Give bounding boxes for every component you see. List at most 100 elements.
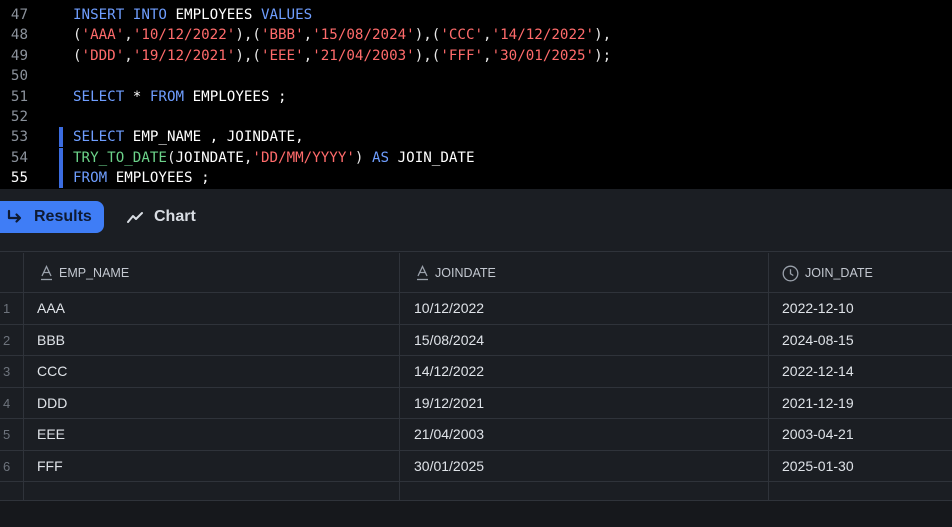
column-header-joindate[interactable]: JOINDATE xyxy=(416,253,496,293)
table-cell[interactable]: 30/01/2025 xyxy=(414,451,484,482)
code-token: '14/12/2022' xyxy=(491,27,595,44)
table-cell[interactable]: BBB xyxy=(37,325,65,356)
table-row[interactable]: 5 EEE 21/04/2003 2003-04-21 xyxy=(0,419,952,451)
code-token: '21/04/2003' xyxy=(312,47,415,64)
code-token: 'AAA' xyxy=(81,27,125,44)
line-number: 54 xyxy=(10,149,28,166)
grid-footer xyxy=(0,500,952,527)
sql-editor[interactable]: 47 INSERT INTO EMPLOYEES VALUES 48 ('AAA','… xyxy=(0,0,952,189)
table-cell[interactable]: 2024-08-15 xyxy=(782,325,854,356)
code-token: , xyxy=(303,47,313,64)
code-token: ),( xyxy=(414,47,441,64)
code-token: 'CCC' xyxy=(440,27,484,44)
code-token: AS xyxy=(372,149,398,166)
table-cell[interactable]: EEE xyxy=(37,419,65,450)
row-number: 2 xyxy=(3,332,11,348)
code-token: '10/12/2022' xyxy=(132,27,236,44)
column-header-label: JOINDATE xyxy=(435,266,496,280)
code-line[interactable]: 50 xyxy=(0,66,952,86)
table-cell[interactable]: 21/04/2003 xyxy=(414,419,484,450)
column-header-join-date[interactable]: JOIN_DATE xyxy=(782,253,873,293)
code-token: , xyxy=(303,27,313,44)
table-row[interactable]: 2 BBB 15/08/2024 2024-08-15 xyxy=(0,325,952,356)
code-text: FROM EMPLOYEES ; xyxy=(73,168,210,188)
code-token: FROM xyxy=(149,88,193,105)
code-token: ), xyxy=(594,27,612,44)
code-token: '15/08/2024' xyxy=(312,27,415,44)
column-header-emp-name[interactable]: EMP_NAME xyxy=(40,253,129,293)
code-text: TRY_TO_DATE(JOINDATE,'DD/MM/YYYY') AS JO… xyxy=(73,148,475,168)
code-token: '30/01/2025' xyxy=(491,47,595,64)
table-cell[interactable]: 2022-12-14 xyxy=(782,356,854,387)
table-cell[interactable]: DDD xyxy=(37,388,67,419)
code-token: EMPLOYEES ; xyxy=(192,88,287,105)
table-cell[interactable]: 14/12/2022 xyxy=(414,356,484,387)
results-grid: EMP_NAME JOINDATE JOIN_DATE 1 AAA 10/12/20… xyxy=(0,253,952,500)
code-token: * xyxy=(132,88,150,105)
tab-results[interactable]: Results xyxy=(0,201,104,233)
table-cell[interactable]: FFF xyxy=(37,451,63,482)
table-cell[interactable]: 10/12/2022 xyxy=(414,293,484,324)
code-line[interactable]: 52 xyxy=(0,107,952,127)
code-token: ( xyxy=(73,27,82,44)
line-number: 47 xyxy=(10,7,28,23)
line-number: 50 xyxy=(10,68,28,85)
table-row[interactable]: 1 AAA 10/12/2022 2022-12-10 xyxy=(0,293,952,325)
code-line[interactable]: 49 ('DDD','19/12/2021'),('EEE','21/04/200… xyxy=(0,46,952,66)
code-token: 'EEE' xyxy=(260,47,304,64)
code-token: , xyxy=(124,47,133,64)
row-number: 4 xyxy=(3,395,11,411)
table-cell[interactable]: AAA xyxy=(37,293,65,324)
code-line[interactable]: 53 SELECT EMP_NAME , JOINDATE, xyxy=(0,127,952,148)
code-text: SELECT EMP_NAME , JOINDATE, xyxy=(73,127,304,147)
table-cell[interactable]: 19/12/2021 xyxy=(414,388,484,419)
code-token: '19/12/2021' xyxy=(132,47,236,64)
table-cell[interactable]: 2025-01-30 xyxy=(782,451,854,482)
trend-line-icon xyxy=(126,208,144,226)
line-number: 53 xyxy=(10,129,28,146)
column-header-label: JOIN_DATE xyxy=(805,266,873,280)
code-line[interactable]: 48 ('AAA','10/12/2022'),('BBB','15/08/202… xyxy=(0,25,952,45)
code-token: JOIN_DATE xyxy=(397,149,475,166)
table-cell[interactable]: 2003-04-21 xyxy=(782,419,854,450)
table-cell[interactable]: CCC xyxy=(37,356,67,387)
code-token: , xyxy=(124,27,133,44)
code-line[interactable]: 54 TRY_TO_DATE(JOINDATE,'DD/MM/YYYY') AS … xyxy=(0,147,952,168)
selection-marker xyxy=(59,168,63,189)
tab-results-label: Results xyxy=(34,208,92,225)
table-cell[interactable]: 2021-12-19 xyxy=(782,388,854,419)
clock-type-icon xyxy=(782,265,799,281)
code-token: , xyxy=(483,47,492,64)
line-number: 48 xyxy=(10,27,28,44)
code-token: EMPLOYEES ; xyxy=(115,170,210,187)
code-token: SELECT xyxy=(73,88,133,105)
code-token: FROM xyxy=(73,170,116,187)
code-line[interactable]: 47 INSERT INTO EMPLOYEES VALUES xyxy=(0,5,952,25)
text-type-icon xyxy=(417,265,428,281)
table-cell[interactable]: 15/08/2024 xyxy=(414,325,484,356)
table-row[interactable]: 4 DDD 19/12/2021 2021-12-19 xyxy=(0,388,952,419)
code-token: INSERT xyxy=(73,7,133,23)
code-line[interactable]: 55 FROM EMPLOYEES ; xyxy=(0,168,952,189)
code-token: EMPLOYEES xyxy=(175,7,261,23)
tab-chart[interactable]: Chart xyxy=(126,201,196,233)
code-token: ),( xyxy=(414,27,441,44)
tab-chart-label: Chart xyxy=(154,208,196,225)
code-token: TRY_TO_DATE xyxy=(73,149,167,166)
code-token: ); xyxy=(594,47,612,64)
code-token: ( xyxy=(166,149,176,166)
code-token: INTO xyxy=(132,7,176,23)
code-token: 'BBB' xyxy=(260,27,304,44)
grid-header: EMP_NAME JOINDATE JOIN_DATE xyxy=(0,253,952,293)
table-row[interactable]: 6 FFF 30/01/2025 2025-01-30 xyxy=(0,451,952,482)
code-token: 'DDD' xyxy=(81,47,125,64)
row-number: 6 xyxy=(3,458,11,474)
code-token: ) xyxy=(354,149,372,166)
table-row[interactable]: 3 CCC 14/12/2022 2022-12-14 xyxy=(0,356,952,388)
code-line[interactable]: 51 SELECT * FROM EMPLOYEES ; xyxy=(0,87,952,107)
row-number: 1 xyxy=(3,301,11,316)
table-cell[interactable]: 2022-12-10 xyxy=(782,293,854,324)
code-token: 'DD/MM/YYYY' xyxy=(252,149,355,166)
code-token: EMP_NAME , JOINDATE, xyxy=(132,129,304,146)
results-toolbar: Results Chart xyxy=(0,189,952,252)
